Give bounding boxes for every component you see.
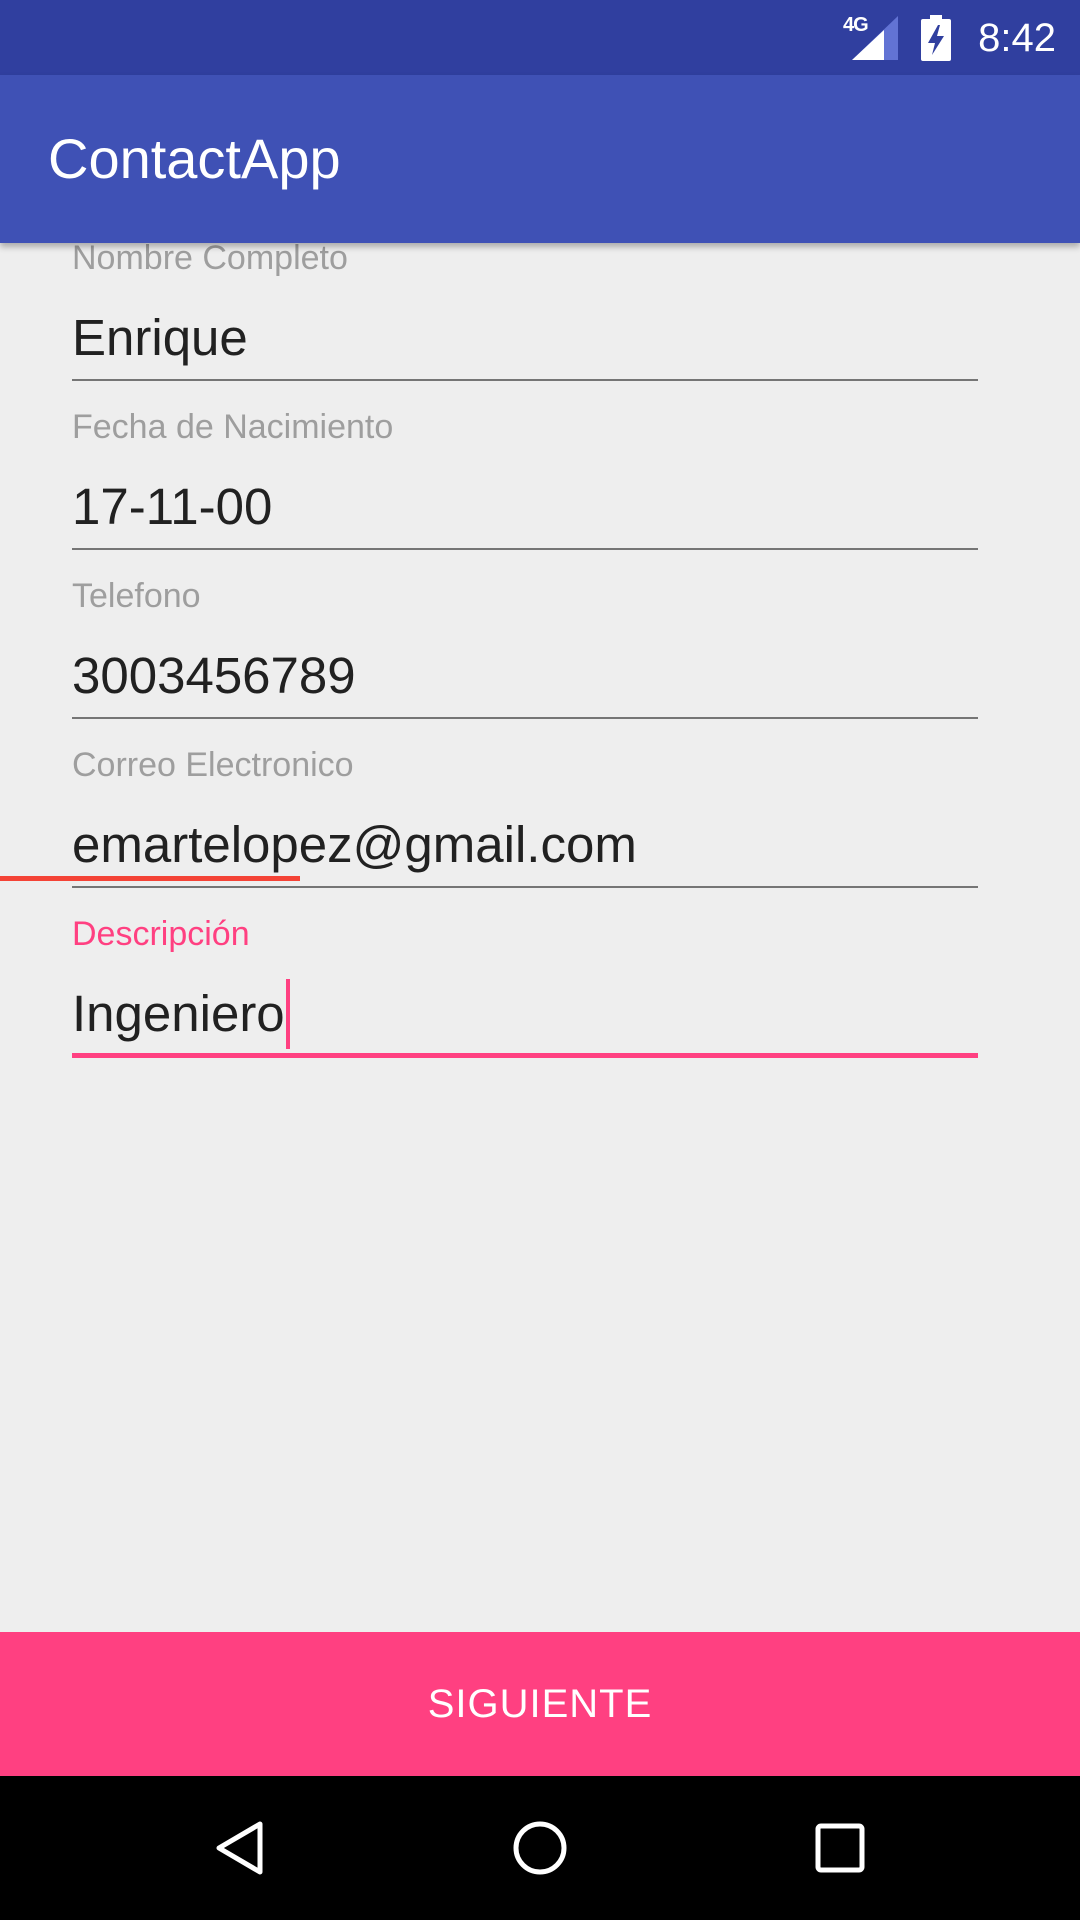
phone-label: Telefono [72, 577, 201, 615]
home-circle-icon [513, 1821, 567, 1875]
full-name-label: Nombre Completo [72, 239, 348, 277]
navigation-bar [0, 1776, 1080, 1920]
birth-date-underline [72, 548, 978, 550]
full-name-underline [72, 379, 978, 381]
text-cursor [285, 978, 290, 1049]
nav-back-button[interactable] [160, 1776, 320, 1920]
nav-recents-button[interactable] [760, 1776, 920, 1920]
nav-home-button[interactable] [460, 1776, 620, 1920]
birth-date-field[interactable]: Fecha de Nacimiento 17-11-00 [72, 407, 978, 576]
email-label: Correo Electronico [72, 746, 354, 784]
description-label: Descripción [72, 915, 250, 953]
back-triangle-icon [216, 1821, 263, 1875]
clock-time: 8:42 [978, 16, 1056, 60]
description-underline [72, 1053, 978, 1058]
email-input[interactable]: emartelopez@gmail.com [72, 813, 637, 877]
full-name-input[interactable]: Enrique [72, 306, 248, 370]
battery-charging-icon [921, 15, 951, 61]
recents-square-icon [815, 1823, 865, 1873]
description-input[interactable]: Ingeniero [72, 985, 285, 1042]
screen: 4G 8:42 ContactApp Nombre Completo Enriq… [0, 0, 1080, 1920]
email-field[interactable]: Correo Electronico emartelopez@gmail.com [72, 745, 978, 914]
description-input-wrap[interactable]: Ingeniero [72, 978, 290, 1053]
phone-field[interactable]: Telefono 3003456789 [72, 576, 978, 745]
phone-input[interactable]: 3003456789 [72, 644, 356, 708]
phone-underline [72, 717, 978, 719]
full-name-field[interactable]: Nombre Completo Enrique [72, 238, 978, 407]
birth-date-label: Fecha de Nacimiento [72, 408, 394, 446]
status-bar: 4G 8:42 [0, 0, 1080, 75]
app-bar: ContactApp [0, 75, 1080, 243]
next-button[interactable]: SIGUIENTE [0, 1632, 1080, 1776]
app-title: ContactApp [48, 127, 341, 190]
email-underline [72, 886, 978, 888]
birth-date-input[interactable]: 17-11-00 [72, 475, 272, 539]
cell-signal-icon [852, 16, 898, 60]
description-field[interactable]: Descripción Ingeniero [72, 914, 978, 1083]
spellcheck-underline [0, 876, 300, 881]
